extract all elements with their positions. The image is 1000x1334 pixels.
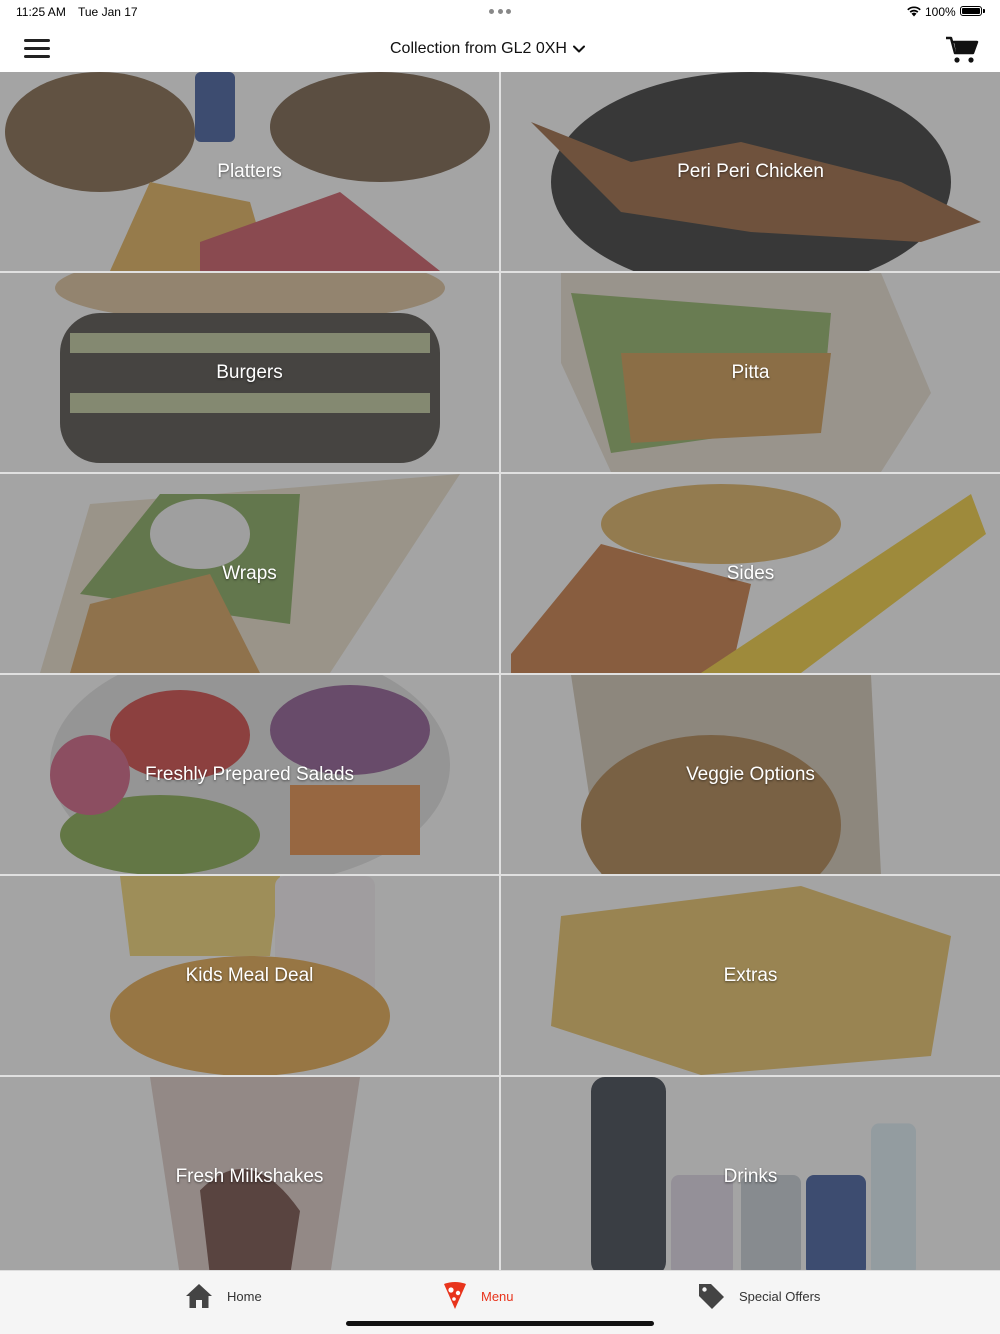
category-label: Wraps (222, 562, 277, 584)
grid-divider (0, 1075, 1000, 1077)
grid-divider (0, 874, 1000, 876)
grid-divider (0, 472, 1000, 474)
tab-home[interactable]: Home (185, 1281, 262, 1311)
battery-percent: 100% (925, 5, 956, 19)
category-tile-extras[interactable]: Extras (501, 876, 1000, 1075)
category-tile-veggie-options[interactable]: Veggie Options (501, 675, 1000, 874)
category-label: Pitta (731, 361, 770, 383)
category-label: Extras (723, 964, 778, 986)
category-tile-sides[interactable]: Sides (501, 474, 1000, 673)
top-navigation-bar: Collection from GL2 0XH (0, 24, 1000, 72)
home-indicator[interactable] (346, 1321, 654, 1326)
home-icon (186, 1284, 212, 1308)
status-bar: 11:25 AM Tue Jan 17 100% (0, 0, 1000, 24)
tab-label: Home (227, 1288, 262, 1304)
battery-icon (960, 6, 985, 16)
category-tile-pitta[interactable]: Pitta (501, 273, 1000, 472)
category-label: Sides (726, 562, 775, 584)
status-time: 11:25 AM (16, 5, 66, 19)
category-tile-drinks[interactable]: Drinks (501, 1077, 1000, 1270)
multitasking-dots-icon[interactable] (489, 9, 511, 14)
category-tile-burgers[interactable]: Burgers (0, 273, 499, 472)
category-tile-platters[interactable]: Platters (0, 72, 499, 271)
category-label: Fresh Milkshakes (175, 1165, 324, 1187)
grid-divider (0, 673, 1000, 675)
category-label: Platters (217, 160, 282, 182)
collection-location-selector[interactable]: Collection from GL2 0XH (390, 38, 585, 60)
status-date: Tue Jan 17 (78, 5, 138, 19)
category-tile-wraps[interactable]: Wraps (0, 474, 499, 673)
category-label: Freshly Prepared Salads (144, 763, 355, 785)
tab-label: Menu (481, 1288, 514, 1304)
category-label: Burgers (216, 361, 283, 383)
category-label: Veggie Options (686, 763, 815, 785)
category-tile-kids-meal-deal[interactable]: Kids Meal Deal (0, 876, 499, 1075)
category-label: Drinks (723, 1165, 778, 1187)
category-label: Peri Peri Chicken (677, 160, 824, 182)
menu-category-grid: Platters Peri Peri Chicken Burgers Pitta… (0, 72, 1000, 1270)
tag-icon (699, 1284, 724, 1309)
category-tile-fresh-milkshakes[interactable]: Fresh Milkshakes (0, 1077, 499, 1270)
tab-label: Special Offers (739, 1288, 821, 1304)
tab-special-offers[interactable]: Special Offers (697, 1281, 820, 1311)
category-label: Kids Meal Deal (185, 964, 314, 986)
grid-divider-vertical (499, 72, 501, 1270)
category-tile-peri-peri-chicken[interactable]: Peri Peri Chicken (501, 72, 1000, 271)
grid-divider (0, 271, 1000, 273)
collection-label: Collection from GL2 0XH (390, 40, 567, 57)
chevron-down-icon (572, 45, 585, 53)
cart-icon[interactable] (944, 35, 980, 65)
hamburger-menu-icon[interactable] (22, 37, 52, 59)
pizza-icon (444, 1282, 466, 1309)
wifi-icon (907, 6, 921, 17)
category-tile-freshly-prepared-salads[interactable]: Freshly Prepared Salads (0, 675, 499, 874)
tab-menu[interactable]: Menu (443, 1281, 514, 1311)
